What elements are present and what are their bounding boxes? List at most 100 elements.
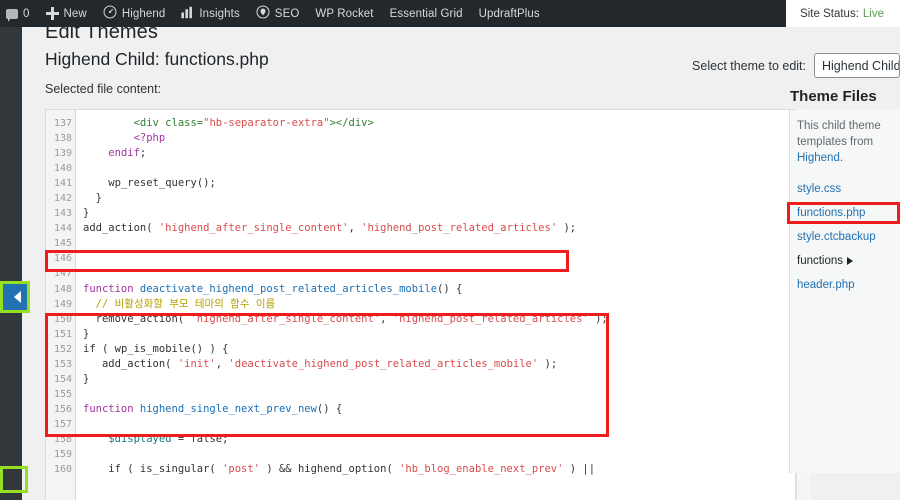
line-text: } xyxy=(83,372,90,385)
code-line: 137 <div class="hb-separator-extra"></di… xyxy=(46,116,795,131)
admin-bar-item-seo[interactable]: SEO xyxy=(248,0,308,27)
chevron-right-icon[interactable] xyxy=(847,256,854,265)
theme-file-item[interactable]: functions xyxy=(797,249,900,273)
code-line: 145 xyxy=(46,236,795,251)
theme-files-panel: This child theme templates from Highend.… xyxy=(789,110,900,473)
code-line: 146 xyxy=(46,251,795,266)
child-theme-note-line1: This child theme xyxy=(797,120,881,132)
code-line: 148 function deactivate_highend_post_rela… xyxy=(46,282,795,297)
theme-file-item[interactable]: style.ctcbackup xyxy=(797,225,900,249)
line-text: remove_action( 'highend_after_single_con… xyxy=(83,312,608,325)
admin-bar-label-insights: Insights xyxy=(199,7,240,20)
admin-bar-label-highend: Highend xyxy=(121,7,166,20)
admin-bar-label-seo: SEO xyxy=(274,7,300,20)
code-line: 151} xyxy=(46,327,795,342)
theme-file-item[interactable]: header.php xyxy=(797,273,900,297)
admin-bar-item-wp-rocket[interactable]: WP Rocket xyxy=(307,0,381,27)
plus-icon xyxy=(45,7,59,20)
line-number: 137 xyxy=(53,118,72,129)
code-line: 139 endif; xyxy=(46,146,795,161)
code-line: 153 add_action( 'init', 'deactivate_high… xyxy=(46,357,795,372)
line-number: 139 xyxy=(53,148,72,160)
seo-badge-icon xyxy=(256,5,270,22)
theme-file-heading: Highend Child: functions.php xyxy=(45,49,269,69)
code-line: 154} xyxy=(46,372,795,387)
line-text: function deactivate_highend_post_related… xyxy=(83,282,463,295)
line-number: 145 xyxy=(53,238,72,250)
code-line: 138 <?php xyxy=(46,131,795,146)
line-number: 138 xyxy=(53,133,72,145)
code-line: 144 add_action( 'highend_after_single_con… xyxy=(46,221,795,236)
theme-file-list: style.css functions.php style.ctcbackup fun… xyxy=(797,177,900,297)
collapse-menu-button[interactable] xyxy=(1,283,27,311)
code-line: 152 if ( wp_is_mobile() ) { xyxy=(46,342,795,357)
site-status-value: Live xyxy=(862,7,884,20)
line-number: 141 xyxy=(53,178,72,190)
selected-file-content-label: Selected file content: xyxy=(45,82,162,96)
admin-bar-item-updraftplus[interactable]: UpdraftPlus xyxy=(471,0,548,27)
comment-count: 0 xyxy=(23,7,30,20)
parent-theme-link[interactable]: Highend. xyxy=(797,150,900,166)
admin-bar-item-insights[interactable]: Insights xyxy=(173,0,247,27)
child-theme-note: This child theme templates from Highend. xyxy=(797,118,900,166)
line-number: 156 xyxy=(53,403,72,415)
line-number: 150 xyxy=(53,313,72,325)
select-theme-row: Select theme to edit: Highend Child xyxy=(692,53,900,78)
theme-file-label: functions.php xyxy=(797,207,866,219)
line-text: add_action( 'highend_after_single_conten… xyxy=(83,222,577,235)
line-text: wp_reset_query(); xyxy=(108,177,216,190)
code-line: 160 if ( is_singular( 'post' ) && highen… xyxy=(46,462,795,477)
code-line: 140 xyxy=(46,161,795,176)
comment-icon xyxy=(6,8,18,22)
theme-file-label: style.css xyxy=(797,183,842,195)
line-text: <div class="hb-separator-extra"></div> xyxy=(133,117,374,129)
line-number: 142 xyxy=(53,193,72,205)
line-text: endif; xyxy=(108,147,147,160)
theme-file-label: header.php xyxy=(797,279,855,291)
line-number: 153 xyxy=(53,358,72,370)
admin-bar-item-highend[interactable]: Highend xyxy=(95,0,174,27)
line-number: 149 xyxy=(53,298,72,310)
theme-select-dropdown[interactable]: Highend Child xyxy=(814,53,900,78)
code-line: 150 remove_action( 'highend_after_single… xyxy=(46,312,795,327)
admin-bar-item-essential-grid[interactable]: Essential Grid xyxy=(382,0,471,27)
code-editor[interactable]: 137 <div class="hb-separator-extra"></di… xyxy=(45,109,796,500)
line-number: 146 xyxy=(53,253,72,265)
line-text: <?php xyxy=(133,132,166,145)
line-text: } xyxy=(83,192,102,205)
bar-chart-icon xyxy=(181,6,194,22)
admin-bar-label-updraftplus: UpdraftPlus xyxy=(478,7,540,20)
admin-bar-label-wp-rocket: WP Rocket xyxy=(315,7,374,20)
theme-select-value: Highend Child xyxy=(822,58,900,73)
main-content: Edit Themes Highend Child: functions.php… xyxy=(22,21,900,500)
code-line: 141 wp_reset_query(); xyxy=(46,176,795,191)
line-text: add_action( 'init', 'deactivate_highend_… xyxy=(83,357,558,370)
site-status-indicator[interactable]: Site Status: Live xyxy=(786,0,900,27)
line-text: } xyxy=(83,327,90,340)
code-line: 142 } xyxy=(46,191,795,206)
theme-file-label: functions xyxy=(797,255,844,267)
theme-file-item[interactable]: style.css xyxy=(797,177,900,201)
line-number: 148 xyxy=(53,283,72,295)
admin-menu-rail xyxy=(0,27,22,500)
line-number: 160 xyxy=(53,464,72,476)
line-number: 152 xyxy=(53,343,72,355)
theme-file-label: style.ctcbackup xyxy=(797,231,876,243)
line-number: 158 xyxy=(53,433,72,445)
code-line: 159 xyxy=(46,447,795,462)
admin-bar-item-comments[interactable]: 0 xyxy=(0,0,38,27)
line-text: // 비활성화할 부모 테마의 함수 이름 xyxy=(83,297,276,310)
theme-file-item[interactable]: functions.php xyxy=(797,201,900,225)
line-text: if ( is_singular( 'post' ) && highend_op… xyxy=(83,463,596,476)
select-theme-label: Select theme to edit: xyxy=(692,58,806,73)
line-number: 147 xyxy=(53,268,72,280)
code-line: 149 // 비활성화할 부모 테마의 함수 이름 xyxy=(46,297,795,312)
site-status-label: Site Status: xyxy=(800,7,859,20)
line-number: 157 xyxy=(53,418,72,430)
line-text: } xyxy=(83,207,90,220)
admin-bar-item-new[interactable]: New xyxy=(38,0,95,27)
code-line: 157 xyxy=(46,417,795,432)
line-number: 159 xyxy=(53,449,72,461)
line-number: 155 xyxy=(53,388,72,400)
code-line: 156 function highend_single_next_prev_new… xyxy=(46,402,795,417)
